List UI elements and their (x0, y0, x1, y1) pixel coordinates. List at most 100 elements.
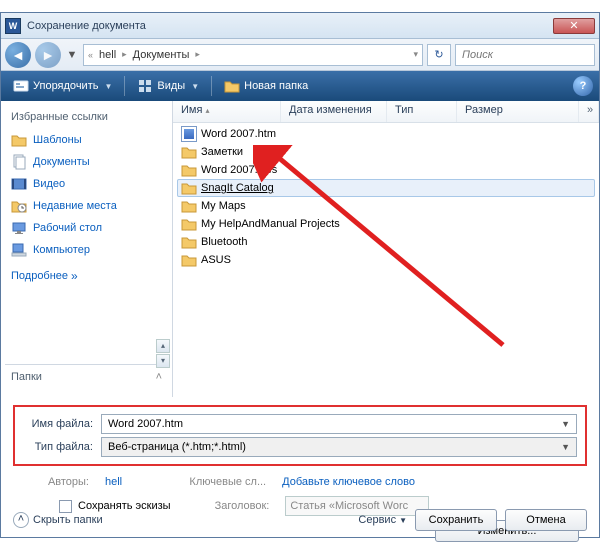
file-row[interactable]: SnagIt Catalog (177, 179, 595, 197)
sidebar-item-documents[interactable]: Документы (5, 152, 168, 172)
authors-value[interactable]: hell (105, 476, 122, 488)
chevron-down-icon[interactable]: ▼ (561, 442, 570, 452)
folder-icon (224, 78, 240, 94)
hide-folders-label: Скрыть папки (33, 514, 103, 526)
chevron-down-icon[interactable]: ▼ (561, 419, 570, 429)
scroll-up-button[interactable]: ▴ (156, 339, 170, 353)
chevron-down-icon[interactable]: ▾ (413, 49, 418, 60)
file-name: SnagIt Catalog (201, 182, 274, 194)
scroll-down-button[interactable]: ▾ (156, 354, 170, 368)
columns-overflow[interactable]: » (579, 101, 599, 122)
refresh-button[interactable]: ↻ (427, 44, 451, 66)
new-folder-label: Новая папка (244, 80, 308, 92)
service-dropdown[interactable]: Сервис▼ (358, 514, 407, 526)
new-folder-button[interactable]: Новая папка (218, 76, 314, 96)
chevron-down-icon: ▼ (191, 82, 199, 91)
sidebar-more[interactable]: Подробнее» (5, 267, 168, 285)
filename-input[interactable]: Word 2007.htm ▼ (101, 414, 577, 434)
sidebar-item-templates[interactable]: Шаблоны (5, 130, 168, 150)
save-button[interactable]: Сохранить (415, 509, 497, 531)
service-label: Сервис (358, 514, 396, 526)
file-row[interactable]: ASUS (177, 251, 595, 269)
app-icon: W (5, 18, 21, 34)
html-file-icon (181, 126, 197, 142)
file-list: Word 2007.htm Заметки Word 2007.files SnagI… (173, 123, 599, 397)
file-row[interactable]: Word 2007.files (177, 161, 595, 179)
bc-segment[interactable]: Документы (129, 49, 194, 61)
filename-label: Имя файла: (23, 418, 93, 430)
chevron-right-icon: ▸ (195, 49, 200, 60)
sidebar-item-computer[interactable]: Компьютер (5, 240, 168, 260)
file-row[interactable]: My HelpAndManual Projects (177, 215, 595, 233)
bc-chevron-icon: « (88, 50, 93, 60)
column-name[interactable]: Имя ▴ (173, 101, 281, 122)
sidebar-item-label: Документы (33, 156, 90, 168)
folder-icon (181, 199, 197, 213)
sidebar-item-recent[interactable]: Недавние места (5, 196, 168, 216)
titlebar: W Сохранение документа ✕ (1, 13, 599, 39)
authors-label: Авторы: (33, 476, 89, 488)
sidebar-item-label: Рабочий стол (33, 222, 102, 234)
bc-segment[interactable]: hell (95, 49, 120, 61)
filetype-select[interactable]: Веб-страница (*.htm;*.html) ▼ (101, 437, 577, 457)
sidebar-heading: Избранные ссылки (5, 109, 168, 129)
column-size[interactable]: Размер (457, 101, 579, 122)
folder-icon (181, 181, 197, 195)
sidebar-item-label: Компьютер (33, 244, 90, 256)
chevron-down-icon: ▼ (399, 516, 407, 525)
chevron-down-icon: ▼ (104, 82, 112, 91)
file-row[interactable]: Заметки (177, 143, 595, 161)
views-label: Виды (157, 80, 185, 92)
sidebar-item-label: Шаблоны (33, 134, 82, 146)
folders-toggle[interactable]: Папки˄ (5, 365, 168, 389)
column-date[interactable]: Дата изменения (281, 101, 387, 122)
sidebar-item-desktop[interactable]: Рабочий стол (5, 218, 168, 238)
file-name: Заметки (201, 146, 243, 158)
file-row[interactable]: My Maps (177, 197, 595, 215)
views-icon (137, 78, 153, 94)
desktop-icon (11, 220, 27, 236)
sidebar-item-video[interactable]: Видео (5, 174, 168, 194)
organize-label: Упорядочить (33, 80, 98, 92)
folder-icon (181, 145, 197, 159)
cancel-button[interactable]: Отмена (505, 509, 587, 531)
keywords-value[interactable]: Добавьте ключевое слово (282, 476, 415, 488)
chevron-right-icon: ▸ (122, 49, 127, 60)
folder-icon (11, 132, 27, 148)
nav-history-dropdown[interactable]: ▼ (65, 47, 79, 63)
sidebar-more-label: Подробнее (11, 270, 68, 282)
computer-icon (11, 242, 27, 258)
folder-icon (181, 253, 197, 267)
folders-label: Папки (11, 371, 42, 383)
sidebar-item-label: Видео (33, 178, 65, 190)
organize-icon (13, 78, 29, 94)
help-button[interactable]: ? (573, 76, 593, 96)
views-button[interactable]: Виды ▼ (131, 76, 205, 96)
search-input[interactable] (455, 44, 595, 66)
file-name: ASUS (201, 254, 231, 266)
file-name: My HelpAndManual Projects (201, 218, 340, 230)
folder-icon (181, 217, 197, 231)
column-headers: Имя ▴ Дата изменения Тип Размер » (173, 101, 599, 123)
file-name: Bluetooth (201, 236, 247, 248)
sidebar: Избранные ссылки Шаблоны Документы Видео… (1, 101, 173, 397)
close-button[interactable]: ✕ (553, 18, 595, 34)
file-row[interactable]: Bluetooth (177, 233, 595, 251)
back-button[interactable]: ◄ (5, 42, 31, 68)
filetype-value: Веб-страница (*.htm;*.html) (108, 441, 246, 453)
breadcrumb[interactable]: « hell ▸ Документы ▸ ▾ (83, 44, 423, 66)
file-row[interactable]: Word 2007.htm (177, 125, 595, 143)
folder-icon (181, 163, 197, 177)
nav-bar: ◄ ► ▼ « hell ▸ Документы ▸ ▾ ↻ (1, 39, 599, 71)
keywords-label: Ключевые сл... (178, 476, 266, 488)
filename-value: Word 2007.htm (108, 418, 183, 430)
file-name: Word 2007.htm (201, 128, 276, 140)
documents-icon (11, 154, 27, 170)
sidebar-item-label: Недавние места (33, 200, 117, 212)
file-name: My Maps (201, 200, 246, 212)
organize-button[interactable]: Упорядочить ▼ (7, 76, 118, 96)
toolbar: Упорядочить ▼ Виды ▼ Новая папка ? (1, 71, 599, 101)
file-pane: Имя ▴ Дата изменения Тип Размер » Word 2… (173, 101, 599, 397)
column-type[interactable]: Тип (387, 101, 457, 122)
forward-button[interactable]: ► (35, 42, 61, 68)
